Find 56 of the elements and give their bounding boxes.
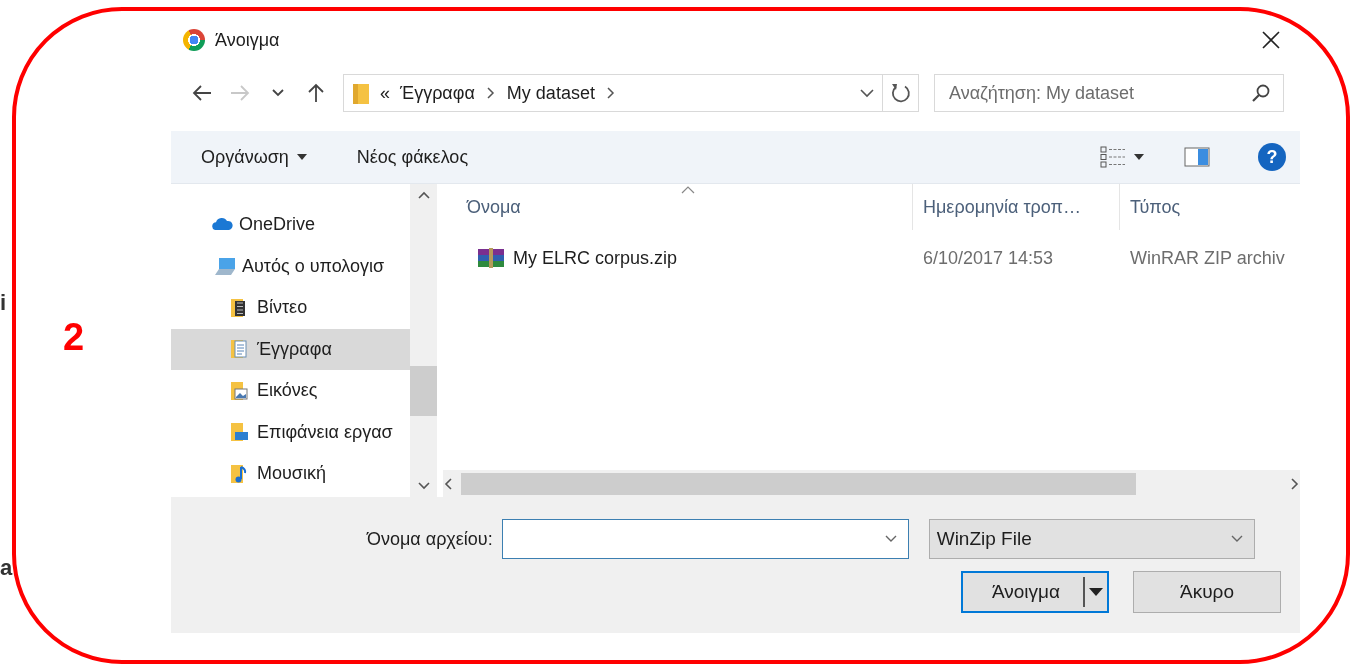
chevron-down-icon bbox=[1229, 534, 1244, 544]
caret-icon bbox=[1089, 588, 1103, 596]
archive-icon bbox=[477, 247, 505, 269]
column-header[interactable]: Ημερομηνία τροπ… bbox=[913, 184, 1120, 230]
refresh-icon bbox=[889, 82, 912, 104]
folder-icon bbox=[229, 421, 251, 444]
scrollbar-thumb[interactable] bbox=[461, 472, 1136, 495]
file-date: 6/10/2017 14:53 bbox=[922, 246, 1055, 270]
refresh-button[interactable] bbox=[883, 74, 919, 112]
breadcrumb[interactable]: Έγγραφα bbox=[400, 79, 475, 107]
caret-icon bbox=[296, 154, 307, 160]
caret-icon bbox=[1134, 154, 1144, 160]
field-label: Όνομα αρχείου: bbox=[367, 527, 493, 551]
scroll-down-icon[interactable] bbox=[416, 481, 431, 491]
file-name[interactable]: My ELRC corpus.zip bbox=[513, 244, 678, 272]
sidebar-item[interactable]: Επιφάνεια εργασ bbox=[171, 411, 410, 453]
sort-icon bbox=[681, 186, 695, 194]
background-text: i bbox=[0, 292, 7, 314]
scrollbar-thumb[interactable] bbox=[410, 365, 437, 416]
preview-pane-icon bbox=[1184, 147, 1210, 167]
window-title: Άνοιγμα bbox=[215, 28, 280, 52]
open-split-button[interactable]: Άνοιγμα bbox=[961, 571, 1109, 613]
column-header[interactable]: Όνομα bbox=[443, 184, 913, 230]
chevron-down-icon bbox=[883, 534, 898, 544]
file-type-dropdown[interactable]: WinZip File bbox=[928, 519, 1255, 559]
chevron-down-icon bbox=[272, 89, 284, 97]
scroll-up-icon[interactable] bbox=[416, 190, 431, 200]
sidebar-item[interactable]: Εικόνες bbox=[171, 370, 410, 412]
folder-icon bbox=[229, 379, 251, 402]
sidebar-item[interactable]: Έγγραφα bbox=[171, 328, 410, 370]
sidebar-item[interactable]: Βίντεο bbox=[171, 287, 410, 329]
folder-icon bbox=[352, 81, 370, 105]
new-folder-button[interactable]: Νέος φάκελος bbox=[354, 139, 471, 175]
search-icon bbox=[1251, 83, 1271, 103]
annotation-number: 2 bbox=[63, 318, 85, 356]
file-type: WinRAR ZIP archiv bbox=[1129, 246, 1286, 270]
address-bar[interactable]: « Έγγραφα My dataset bbox=[343, 74, 883, 112]
sidebar-item[interactable]: Μουσική bbox=[171, 453, 410, 495]
breadcrumb-overflow[interactable]: « bbox=[380, 79, 390, 107]
background-text: a bbox=[0, 557, 13, 579]
chevron-icon bbox=[604, 85, 617, 101]
details-view-icon bbox=[1100, 145, 1126, 169]
scroll-right-icon[interactable] bbox=[1290, 476, 1300, 491]
search-field[interactable]: Αναζήτηση: My dataset bbox=[934, 74, 1284, 112]
file-name-field[interactable] bbox=[501, 519, 909, 559]
chevron-icon bbox=[484, 85, 497, 101]
sidebar-item[interactable]: Αυτός ο υπολογισ bbox=[171, 245, 410, 287]
cancel-button[interactable]: Άκυρο bbox=[1133, 571, 1281, 613]
sidebar-item[interactable]: OneDrive bbox=[171, 204, 410, 246]
app-icon bbox=[183, 29, 205, 51]
breadcrumb[interactable]: My dataset bbox=[506, 79, 595, 107]
organize-menu[interactable]: Οργάνωση bbox=[199, 139, 309, 175]
column-header[interactable]: Τύπος bbox=[1120, 184, 1300, 230]
scroll-left-icon[interactable] bbox=[443, 476, 453, 491]
help-button[interactable]: ? bbox=[1258, 143, 1286, 171]
computer-icon bbox=[214, 255, 236, 278]
